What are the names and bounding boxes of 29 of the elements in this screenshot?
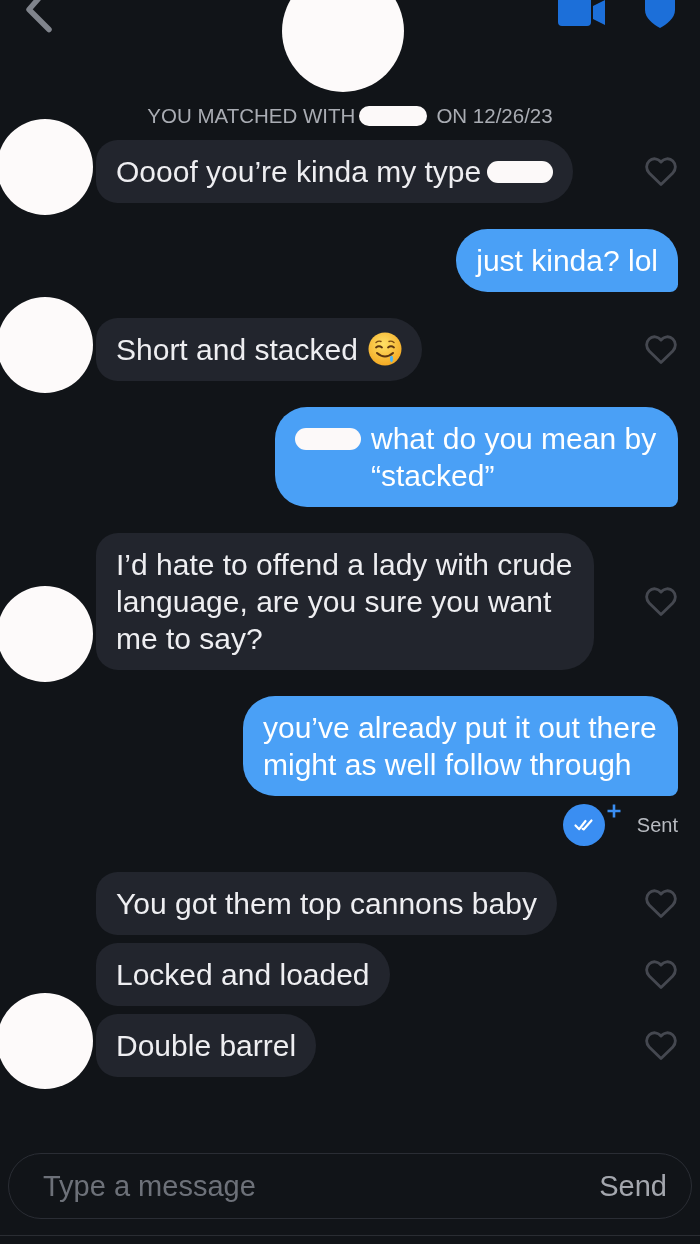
- message-text: Oooof you’re kinda my type: [116, 154, 482, 190]
- video-camera-icon[interactable]: [558, 0, 605, 26]
- heart-icon[interactable]: [644, 156, 678, 187]
- message-text: what do you mean by “stacked”: [371, 421, 658, 494]
- heart-icon[interactable]: [644, 959, 678, 990]
- redaction-icon: [359, 106, 428, 126]
- message-text: Double barrel: [116, 1028, 297, 1064]
- message-text: you’ve already put it out there might as well follow through: [263, 710, 658, 783]
- redaction-icon: [295, 428, 361, 450]
- match-notice-text: YOU MATCHED WITH: [147, 104, 356, 128]
- send-button[interactable]: Send: [599, 1169, 667, 1203]
- heart-icon[interactable]: [644, 586, 678, 617]
- avatar[interactable]: [282, 0, 404, 92]
- drooling-face-icon: [367, 332, 402, 366]
- double-check-icon[interactable]: [562, 804, 605, 846]
- redaction-icon: [487, 161, 554, 183]
- sent-status: Sent: [636, 813, 678, 837]
- message-text: Short and stacked: [116, 332, 358, 368]
- heart-icon[interactable]: [644, 334, 678, 365]
- chevron-left-icon[interactable]: [25, 0, 53, 33]
- heart-icon[interactable]: [644, 1030, 678, 1061]
- message-text: Locked and loaded: [116, 957, 370, 993]
- shield-icon[interactable]: [645, 0, 675, 28]
- heart-icon[interactable]: [644, 888, 678, 919]
- message-text: I’d hate to offend a lady with crude language, are you sure you want me to say?: [116, 547, 574, 657]
- match-notice-text: ON 12/26/23: [436, 104, 553, 128]
- message-text: just kinda? lol: [476, 243, 658, 279]
- message-text: You got them top cannons baby: [116, 886, 537, 922]
- plus-icon: [606, 804, 621, 818]
